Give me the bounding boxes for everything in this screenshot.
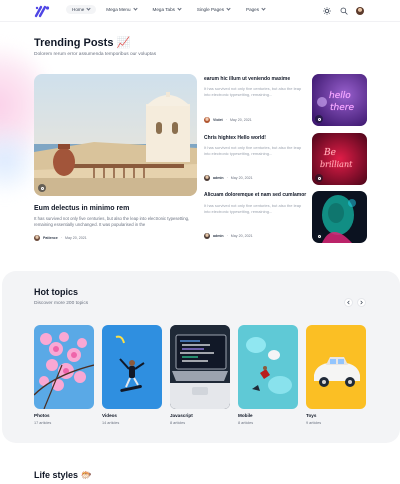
- chevron-down-icon: [132, 6, 138, 11]
- site-logo[interactable]: [34, 4, 50, 18]
- topic-name[interactable]: Mobile: [238, 413, 253, 418]
- chevron-down-icon: [261, 6, 266, 11]
- side-post-excerpt: It has survived not only five centuries,…: [204, 203, 302, 214]
- life-styles-title: Life styles 🐡: [34, 470, 92, 480]
- nav-item-pages[interactable]: Pages: [240, 5, 271, 14]
- image-icon: [315, 232, 323, 240]
- date-separator: ·: [225, 118, 227, 122]
- author-avatar[interactable]: [34, 235, 40, 241]
- nav-item-mega-menu[interactable]: Mega Menu: [100, 5, 142, 14]
- post-date: May 20, 2021: [229, 118, 252, 122]
- side-post-meta: admin · May 20, 2021: [204, 233, 253, 239]
- topic-card-javascript[interactable]: [170, 325, 230, 409]
- hot-topics-subtitle: Discover more 200 topics: [34, 301, 89, 306]
- topic-name[interactable]: Javascript: [170, 413, 193, 418]
- date-separator: ·: [226, 234, 228, 238]
- topic-count: 8 articles: [238, 421, 254, 425]
- side-post-image[interactable]: Be brilliant: [312, 133, 367, 185]
- chevron-down-icon: [226, 6, 231, 11]
- user-avatar[interactable]: [356, 6, 364, 15]
- main-nav: Home Mega Menu Mega Tabs Single Pages Pa…: [66, 5, 271, 14]
- side-post-meta: admin · May 20, 2021: [204, 175, 253, 181]
- main-post-image[interactable]: [34, 74, 197, 196]
- image-icon: [315, 174, 323, 182]
- hot-topics-title: Hot topics: [34, 287, 78, 297]
- topic-count: 9 articles: [306, 421, 322, 425]
- main-post-title[interactable]: Eum delectus in minimo rem: [34, 205, 129, 212]
- page: Home Mega Menu Mega Tabs Single Pages Pa…: [0, 0, 400, 484]
- chevron-right-icon: [360, 300, 363, 305]
- post-date: May 20, 2021: [230, 234, 253, 238]
- sun-icon[interactable]: [322, 6, 331, 15]
- trending-title: Trending Posts 📈: [34, 37, 131, 49]
- nav-label: Home: [72, 7, 85, 12]
- date-separator: ·: [226, 176, 228, 180]
- post-date: May 20, 2021: [65, 236, 87, 240]
- nav-label: Pages: [246, 7, 260, 12]
- topic-name[interactable]: Toys: [306, 413, 316, 418]
- nav-label: Mega Tabs: [152, 7, 175, 12]
- nav-label: Single Pages: [196, 7, 224, 12]
- topic-card-videos[interactable]: [102, 325, 162, 409]
- author-avatar[interactable]: [204, 175, 210, 181]
- side-post-image[interactable]: [312, 191, 367, 243]
- topic-card-toys[interactable]: [306, 325, 366, 409]
- nav-label: Mega Menu: [106, 7, 131, 12]
- author-name[interactable]: Violet: [213, 118, 223, 122]
- topic-card-photos[interactable]: [34, 325, 94, 409]
- main-post-excerpt: It has survived not only five centuries,…: [34, 216, 190, 227]
- author-name[interactable]: admin: [213, 234, 224, 238]
- image-icon: [315, 115, 323, 123]
- image-icon: [38, 184, 46, 192]
- author-name[interactable]: Patience: [43, 236, 58, 240]
- nav-item-single-pages[interactable]: Single Pages: [191, 5, 236, 14]
- side-post-image[interactable]: hello there: [312, 74, 367, 126]
- topic-count: 8 articles: [170, 421, 186, 425]
- side-post-meta: Violet · May 20, 2021: [204, 117, 252, 123]
- author-avatar[interactable]: [204, 117, 210, 123]
- topic-count: 17 articles: [34, 421, 52, 425]
- nav-item-home[interactable]: Home: [66, 5, 97, 14]
- svg-text:there: there: [330, 103, 354, 113]
- chevron-down-icon: [86, 6, 91, 11]
- chevron-left-icon: [347, 300, 350, 305]
- date-separator: ·: [60, 236, 62, 240]
- chevron-down-icon: [177, 6, 182, 11]
- topic-name[interactable]: Photos: [34, 413, 50, 418]
- svg-text:brilliant: brilliant: [320, 160, 353, 169]
- side-post-title[interactable]: earum hic illum ut veniendo maxime: [204, 76, 290, 82]
- topic-name[interactable]: Videos: [102, 413, 117, 418]
- author-name[interactable]: admin: [213, 176, 224, 180]
- post-date: May 20, 2021: [230, 176, 253, 180]
- topic-card-mobile[interactable]: [238, 325, 298, 409]
- nav-item-mega-tabs[interactable]: Mega Tabs: [147, 5, 187, 14]
- svg-text:hello: hello: [329, 91, 351, 101]
- main-post-meta: Patience · May 20, 2021: [34, 235, 87, 241]
- topic-count: 14 articles: [102, 421, 120, 425]
- header-actions: [322, 6, 364, 15]
- next-arrow-button[interactable]: [357, 298, 366, 307]
- side-post-title[interactable]: Alicuam doloremque et nam sed cumlamor: [204, 192, 306, 198]
- search-icon[interactable]: [339, 6, 348, 15]
- author-avatar[interactable]: [204, 233, 210, 239]
- side-post-excerpt: It has survived not only five centuries,…: [204, 86, 302, 97]
- trending-subtitle: Dolorem rerum error assumenda temporibus…: [34, 52, 157, 57]
- side-post-excerpt: It has survived not only five centuries,…: [204, 145, 302, 156]
- prev-arrow-button[interactable]: [344, 298, 353, 307]
- svg-text:Be: Be: [323, 148, 336, 158]
- side-post-title[interactable]: Chris hightex Hello world!: [204, 135, 266, 141]
- top-header: Home Mega Menu Mega Tabs Single Pages Pa…: [0, 0, 400, 22]
